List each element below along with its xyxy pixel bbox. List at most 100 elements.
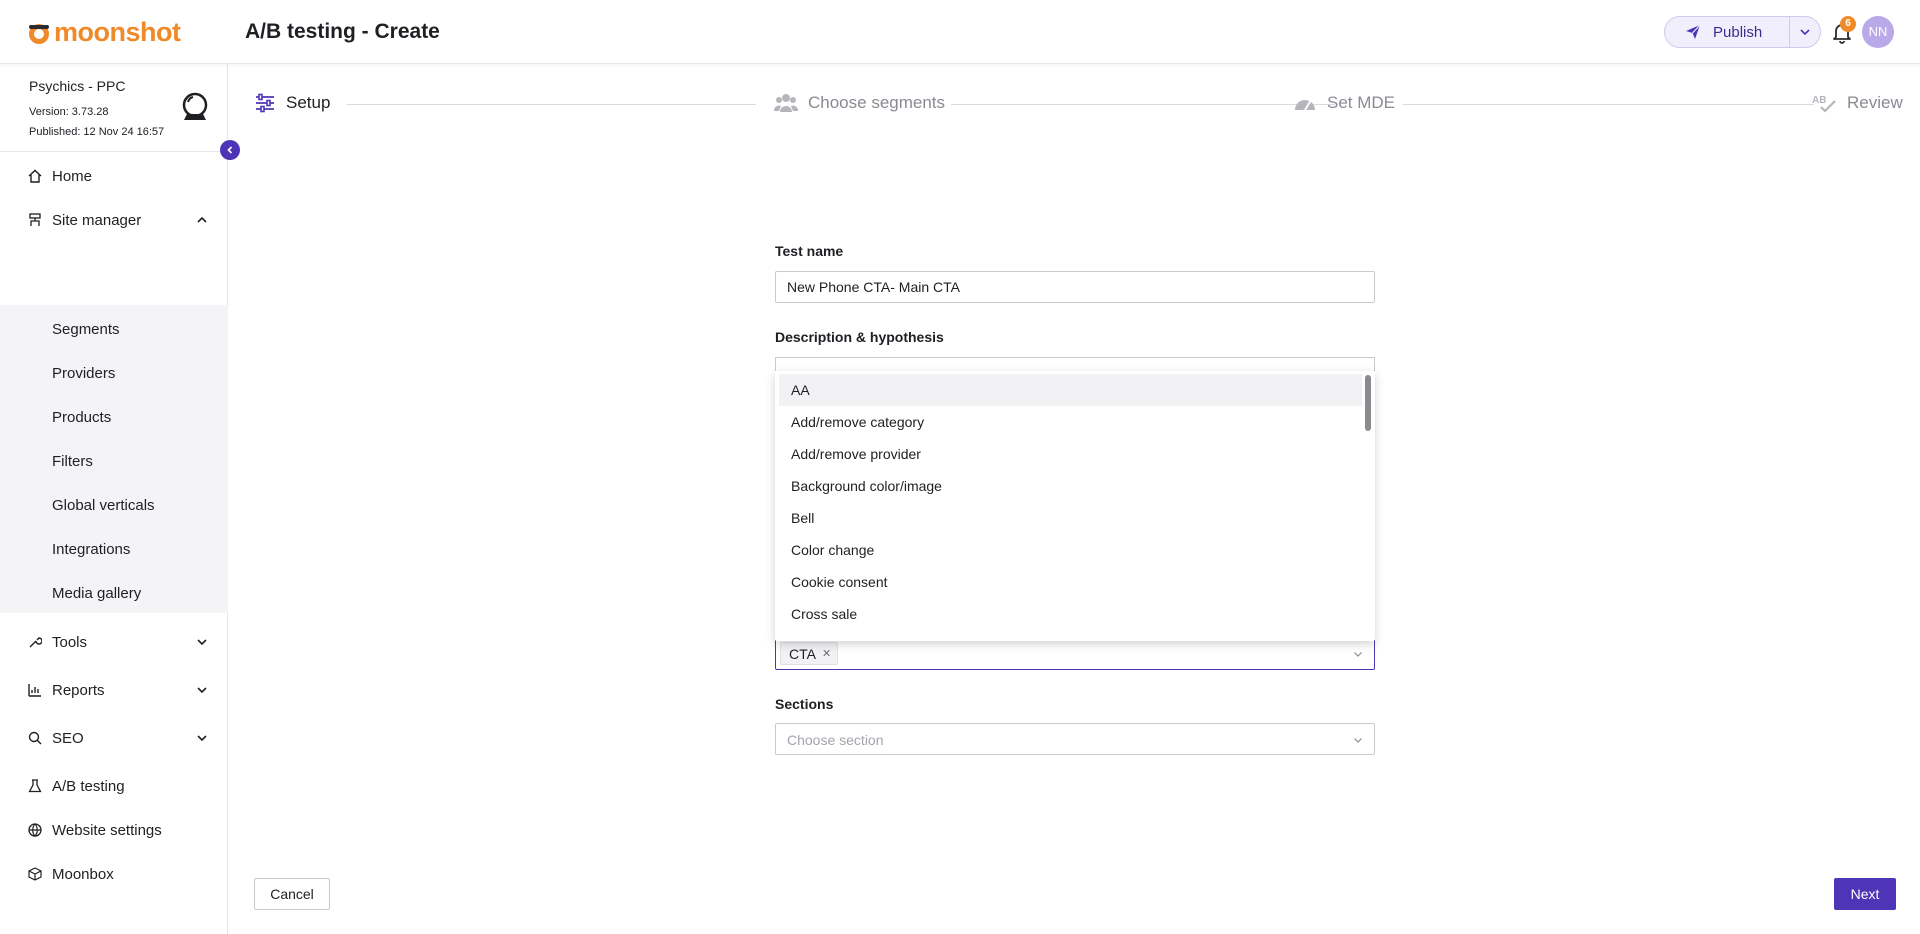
sections-label: Sections (775, 696, 834, 712)
next-button[interactable]: Next (1834, 878, 1896, 910)
step-connector (1403, 104, 1814, 105)
sidebar-item-providers[interactable]: Providers (0, 355, 228, 391)
sidebar-item-products[interactable]: Products (0, 399, 228, 435)
chevron-down-icon (197, 735, 207, 742)
sidebar-item-label: A/B testing (52, 777, 125, 795)
sidebar-item-label: Integrations (52, 540, 131, 558)
tags-select[interactable]: CTA ✕ (775, 637, 1375, 670)
sidebar-item-filters[interactable]: Filters (0, 443, 228, 479)
publish-options-button[interactable] (1790, 17, 1820, 47)
globe-icon (28, 823, 42, 837)
sidebar-item-integrations[interactable]: Integrations (0, 531, 228, 567)
chevron-down-icon (1354, 652, 1362, 657)
sidebar-item-ab-testing[interactable]: A/B testing (0, 768, 228, 804)
sidebar-item-label: Media gallery (52, 584, 142, 602)
ab-check-icon: AB (1812, 95, 1836, 113)
wizard-stepper: Setup Choose segments Set MDE AB Review (229, 64, 1920, 144)
publish-split-button: Publish (1664, 16, 1821, 48)
seo-search-icon (28, 731, 42, 745)
user-avatar[interactable]: NN (1862, 16, 1894, 48)
dropdown-option[interactable]: AA (779, 374, 1362, 406)
sidebar-item-tools[interactable]: Tools (0, 624, 228, 660)
sidebar-item-label: Products (52, 408, 112, 426)
flask-icon (28, 779, 42, 793)
selected-tag: CTA ✕ (780, 642, 839, 665)
chevron-down-icon (1800, 29, 1810, 36)
tags-dropdown-menu: AA Add/remove category Add/remove provid… (775, 371, 1375, 641)
step-label: Review (1847, 93, 1903, 112)
cube-icon (28, 867, 42, 881)
sidebar-item-label: Global verticals (52, 496, 155, 514)
chevron-up-icon (197, 216, 207, 223)
sidebar-item-label: Tools (52, 633, 88, 651)
chevron-left-icon (227, 146, 233, 154)
sidebar-item-label: Reports (52, 681, 105, 699)
step-label: Setup (286, 93, 331, 112)
moon-logo-icon (29, 23, 49, 44)
dropdown-scrollbar[interactable] (1365, 375, 1371, 431)
dropdown-option[interactable]: Cross sale (779, 598, 1362, 630)
sidebar-item-label: Segments (52, 320, 120, 338)
paper-plane-icon (1686, 24, 1701, 39)
step-choose-segments[interactable]: Choose segments (774, 92, 945, 114)
sidebar-item-label: Home (52, 167, 93, 185)
top-header: moonshot A/B testing - Create Publish 6 … (0, 0, 1920, 64)
sidebar-item-label: Providers (52, 364, 116, 382)
cancel-button[interactable]: Cancel (254, 878, 330, 910)
step-label: Set MDE (1327, 93, 1396, 112)
sitemap-icon (29, 213, 41, 226)
tag-label: CTA (789, 645, 816, 662)
step-set-mde[interactable]: Set MDE (1293, 92, 1395, 114)
sections-placeholder: Choose section (787, 732, 884, 748)
gauge-icon (1295, 99, 1315, 111)
test-name-input[interactable]: New Phone CTA- Main CTA (775, 271, 1375, 303)
users-icon (774, 94, 798, 112)
home-icon (28, 169, 42, 183)
moonshot-logo[interactable]: moonshot (26, 17, 181, 48)
sidebar-item-home[interactable]: Home (0, 158, 228, 194)
remove-tag-icon[interactable]: ✕ (822, 647, 831, 660)
sidebar-item-segments[interactable]: Segments (0, 311, 228, 347)
step-review[interactable]: AB Review (1811, 92, 1903, 114)
sidebar-item-site-manager[interactable]: Site manager (0, 202, 228, 238)
chevron-down-icon (1354, 738, 1362, 743)
step-setup[interactable]: Setup (254, 92, 330, 114)
chevron-down-icon (197, 639, 207, 646)
dropdown-option[interactable]: Background color/image (779, 470, 1362, 502)
test-name-label: Test name (775, 243, 844, 259)
publish-button[interactable]: Publish (1665, 17, 1789, 47)
step-connector (347, 104, 756, 105)
sections-select[interactable]: Choose section (775, 723, 1375, 755)
page-title: A/B testing - Create (245, 20, 440, 43)
sidebar-item-label: SEO (52, 729, 84, 747)
site-name: Psychics - PPC (29, 78, 126, 94)
dropdown-option[interactable]: Add/remove category (779, 406, 1362, 438)
dropdown-option[interactable]: Cookie consent (779, 566, 1362, 598)
sidebar-item-moonbox[interactable]: Moonbox (0, 856, 228, 892)
crystal-ball-icon (182, 92, 208, 120)
dropdown-option[interactable]: Add/remove provider (779, 438, 1362, 470)
publish-label: Publish (1713, 23, 1763, 41)
sidebar-item-seo[interactable]: SEO (0, 720, 228, 756)
logo-text: moonshot (54, 17, 181, 47)
divider (0, 151, 228, 152)
sidebar-item-media-gallery[interactable]: Media gallery (0, 575, 228, 611)
dropdown-option[interactable]: Bell (779, 502, 1362, 534)
sidebar-item-label: Site manager (52, 211, 142, 229)
sliders-icon (256, 93, 274, 113)
step-connector (951, 104, 1335, 105)
description-textarea[interactable] (775, 357, 1375, 371)
sidebar: Psychics - PPC Version: 3.73.28 Publishe… (0, 64, 228, 934)
bar-chart-icon (28, 684, 41, 697)
sidebar-item-website-settings[interactable]: Website settings (0, 812, 228, 848)
dropdown-option[interactable]: Color change (779, 534, 1362, 566)
site-published-date: Published: 12 Nov 24 16:57 (29, 126, 165, 138)
svg-text:AB: AB (1812, 95, 1826, 106)
sidebar-item-reports[interactable]: Reports (0, 672, 228, 708)
wrench-icon (29, 637, 42, 648)
sidebar-item-label: Website settings (52, 821, 162, 839)
sidebar-item-label: Moonbox (52, 865, 114, 883)
collapse-sidebar-button[interactable] (220, 140, 240, 160)
sidebar-item-global-verticals[interactable]: Global verticals (0, 487, 228, 523)
site-version: Version: 3.73.28 (29, 106, 109, 118)
